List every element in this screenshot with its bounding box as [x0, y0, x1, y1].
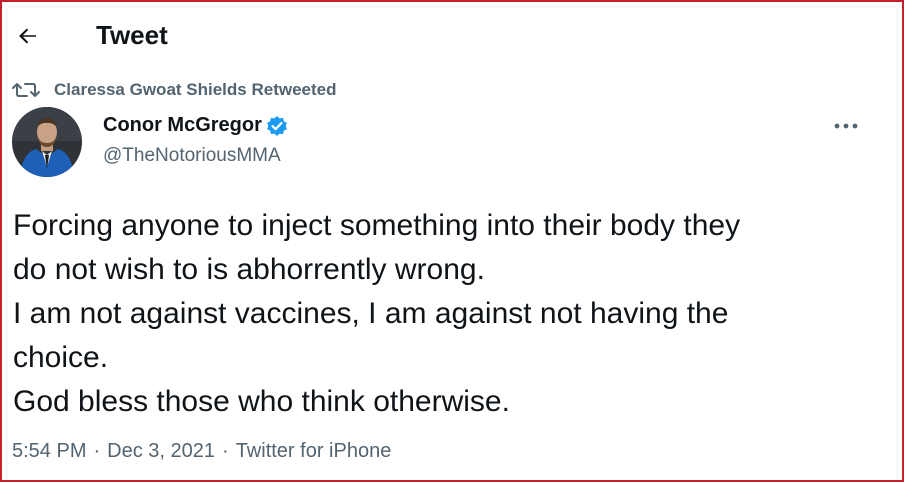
tweet-line: I am not against vaccines, I am against … [13, 297, 729, 330]
tweet-line: Forcing anyone to inject something into … [13, 209, 741, 242]
social-context: Claressa Gwoat Shields Retweeted [12, 78, 337, 102]
tweet-line: God bless those who think otherwise. [13, 385, 510, 418]
page-title: Tweet [96, 20, 168, 50]
tweet-text: Forcing anyone to inject something into … [13, 204, 883, 424]
tweet-source[interactable]: Twitter for iPhone [236, 440, 392, 463]
verified-badge-icon [266, 115, 288, 137]
retweeted-by-label[interactable]: Claressa Gwoat Shields Retweeted [54, 80, 337, 100]
top-bar: Tweet [0, 0, 904, 74]
more-options-button[interactable] [830, 114, 862, 138]
meta-separator: · [93, 440, 101, 462]
tweet-line: choice. [13, 341, 109, 374]
avatar[interactable] [12, 107, 82, 177]
tweet-metadata: 5:54 PM · Dec 3, 2021 · Twitter for iPho… [12, 440, 391, 463]
arrow-left-icon [19, 28, 36, 44]
meta-separator: · [222, 440, 229, 462]
tweet-date[interactable]: Dec 3, 2021 [107, 440, 215, 463]
back-button[interactable] [14, 22, 42, 50]
author-row: Conor McGregor [103, 114, 288, 137]
more-horizontal-icon [834, 123, 858, 129]
retweet-icon [12, 79, 40, 101]
author-name[interactable]: Conor McGregor [103, 114, 262, 137]
author-handle[interactable]: @TheNotoriousMMA [103, 145, 281, 167]
tweet-time[interactable]: 5:54 PM [12, 440, 86, 463]
tweet-line: do not wish to is abhorrently wrong. [13, 253, 485, 286]
